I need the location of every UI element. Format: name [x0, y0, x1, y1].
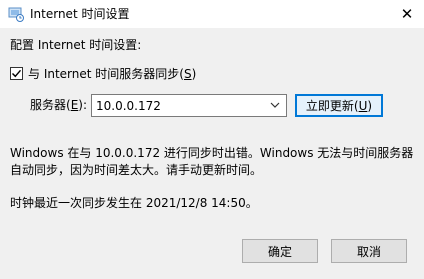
check-icon — [12, 69, 22, 78]
server-label: 服务器(E): — [30, 98, 88, 112]
update-now-button[interactable]: 立即更新(U) — [295, 94, 383, 117]
sync-checkbox-label[interactable]: 与 Internet 时间服务器同步(S) — [28, 66, 196, 82]
window-title: Internet 时间设置 — [30, 7, 130, 21]
server-combobox[interactable]: 10.0.0.172 — [91, 94, 287, 117]
server-value: 10.0.0.172 — [96, 99, 161, 113]
close-button[interactable]: ✕ — [390, 0, 424, 28]
internet-time-app-icon — [8, 7, 24, 22]
status-line-1: Windows 在与 10.0.0.172 进行同步时出错。Windows 无法… — [10, 146, 414, 160]
chevron-down-icon — [270, 102, 280, 108]
sync-checkbox[interactable] — [10, 67, 23, 80]
section-header: 配置 Internet 时间设置: — [10, 38, 142, 52]
title-bar: Internet 时间设置 ✕ — [0, 0, 424, 28]
close-icon: ✕ — [400, 5, 414, 23]
cancel-button[interactable]: 取消 — [331, 239, 407, 263]
last-sync-text: 时钟最近一次同步发生在 2021/12/8 14:50。 — [10, 196, 258, 210]
status-line-2: 自动同步，因为时间差太大。请手动更新时间。 — [10, 163, 263, 177]
ok-button[interactable]: 确定 — [242, 239, 318, 263]
